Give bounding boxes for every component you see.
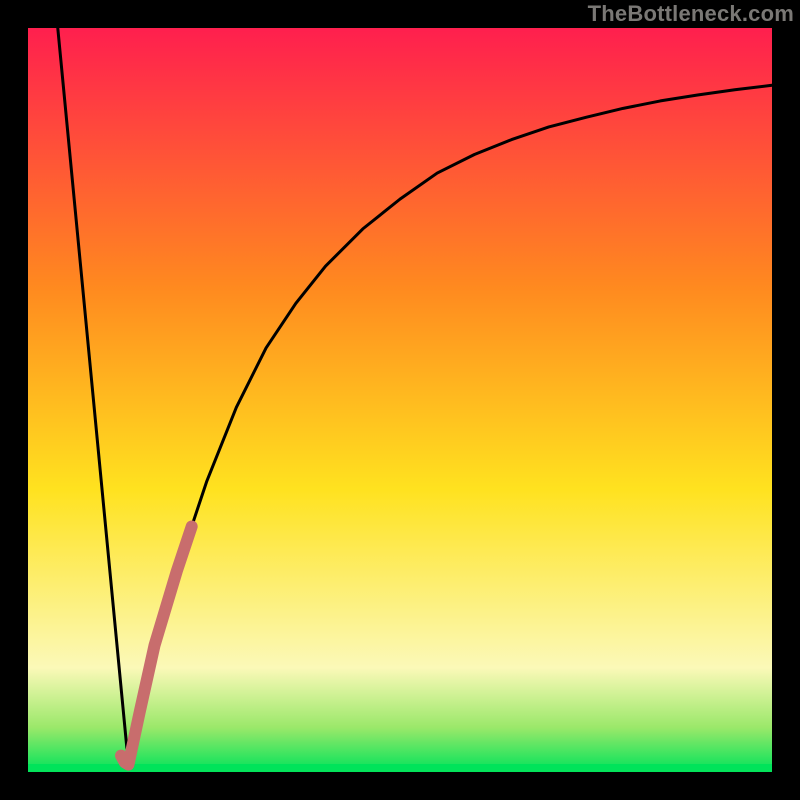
chart-stage: TheBottleneck.com	[0, 0, 800, 800]
bottleneck-chart	[0, 0, 800, 800]
baseline-strip	[28, 764, 772, 770]
watermark-text: TheBottleneck.com	[588, 1, 794, 27]
chart-background	[28, 28, 772, 772]
